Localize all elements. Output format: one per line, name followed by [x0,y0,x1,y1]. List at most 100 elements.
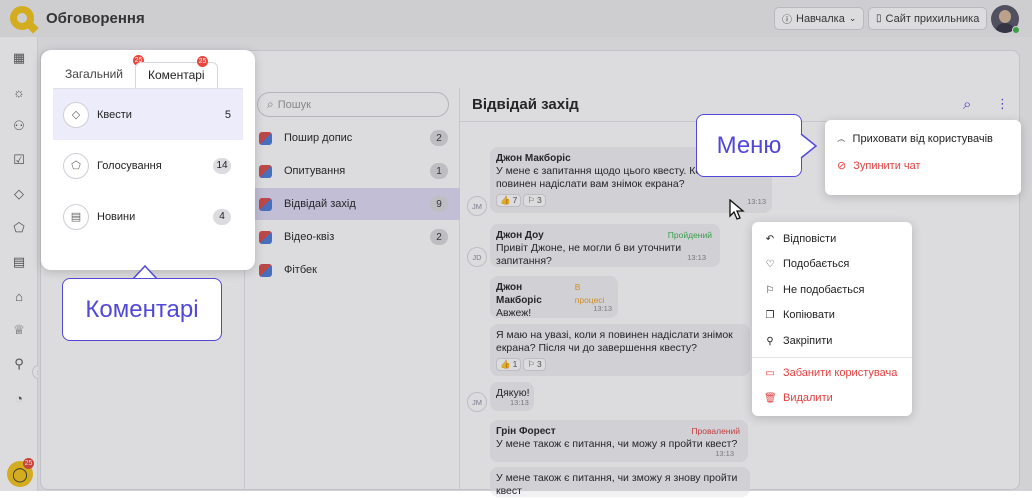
copy-item[interactable]: ❐ Копіювати [764,309,835,321]
supporter-site-label: Сайт прихильника [885,12,980,25]
hide-from-users-item[interactable]: ෴ Приховати від користувачів [837,133,993,145]
like-reaction[interactable]: 👍 1 [496,358,522,371]
help-icon: ⓘ [782,15,792,26]
cube-icon [259,131,272,145]
message-bubble[interactable]: У мене також є питання, чи зможу я знову… [490,467,750,497]
message-bubble[interactable]: Я маю на увазі, коли я повинен надіслати… [490,324,750,376]
tab-general[interactable]: Загальний 25 [53,55,144,88]
eraser-icon[interactable]: ⬠ [10,219,28,237]
phone-icon: ▯ [876,13,882,24]
thumbs-down-icon: ⚐ [527,195,535,205]
search-input[interactable]: ⌕ Пошук [257,92,449,117]
thumbs-up-icon: 👍 [500,195,511,205]
search-placeholder: Пошук [277,98,311,111]
category-label: Квести [97,108,132,121]
message-text: У мене є запитання щодо цього квесту. Ко… [496,165,722,190]
logo-icon[interactable] [10,6,39,34]
thumbs-down-icon: ⚐ [765,284,775,296]
topic-label: Опитування [284,165,346,177]
menu-label: Подобається [783,258,850,270]
ban-user-item[interactable]: ▭ Забанити користувача [764,367,897,379]
message-time: 13:13 [715,449,734,458]
topic-item[interactable]: Опитування 1 [245,155,460,187]
tab-label: Коментарі [148,68,205,82]
topic-item-selected[interactable]: Відвідай захід 9 [245,188,460,220]
bulb-icon[interactable]: ☼ [10,83,28,101]
message-text: Привіт Джоне, не могли б ви уточнити зап… [496,242,682,267]
dislike-reaction[interactable]: ⚐ 3 [523,358,546,371]
category-item-news[interactable]: ▤ Новини 4 [53,191,243,242]
category-label: Голосування [97,159,162,172]
cube-icon [259,263,272,277]
supporter-site-button[interactable]: ▯ Сайт прихильника [868,7,988,30]
message-time: 13:13 [747,197,766,206]
topic-item[interactable]: Пошир допис 2 [245,122,460,154]
thumbs-down-icon: ⚐ [527,359,535,369]
chat-title: Відвідай захід [472,96,579,113]
message-bubble[interactable]: Грін Форест Провалений У мене також є пи… [490,420,748,462]
stop-chat-item[interactable]: ⊘ Зупинити чат [837,159,921,173]
message-bubble[interactable]: Джон Макборіс В процесі Авжеж! 13:13 [490,276,618,319]
clipboard-icon[interactable]: ☑ [10,151,28,169]
topic-count: 2 [430,229,448,245]
status-badge: Пройдений [667,230,712,240]
pie-chart-icon[interactable]: ◔ [10,389,28,407]
pin-item[interactable]: ⚲ Закріпити [764,335,832,347]
users-icon[interactable]: ⚇ [10,117,28,135]
menu-label: Не подобається [783,284,865,296]
message-text: У мене також є питання, чи зможу я знову… [496,472,738,497]
search-icon[interactable]: ⌕ [963,96,971,113]
diamond-icon[interactable]: ◇ [10,185,28,203]
menu-divider [752,357,912,358]
news-icon: ▤ [63,203,89,230]
menu-label: Приховати від користувачів [852,133,993,145]
category-item-quests[interactable]: ◇ Квести 5 [53,89,243,140]
more-vertical-icon[interactable]: ⋮ [996,96,1009,112]
message-bubble[interactable]: Джон Доу Пройдений Привіт Джоне, не могл… [490,224,720,267]
cube-icon [259,230,272,244]
dislike-reaction[interactable]: ⚐ 3 [523,194,546,207]
trophy-icon[interactable]: ♕ [10,321,28,339]
callout-menu: Меню [696,114,802,177]
topic-item[interactable]: Відео-квіз 2 [245,221,460,253]
building-icon[interactable]: ▦ [10,49,28,67]
like-reaction[interactable]: 👍 7 [496,194,522,207]
topic-label: Пошир допис [284,132,353,144]
message-time: 13:13 [687,253,706,262]
tag-icon[interactable]: ⌂ [10,287,28,305]
topic-label: Фітбек [284,264,317,276]
message-time: 13:13 [510,398,529,407]
menu-label: Зупинити чат [853,159,921,172]
tab-badge: 25 [197,56,208,67]
cursor-icon [729,199,745,220]
delete-item[interactable]: 🗑 Видалити [764,392,833,404]
topic-item[interactable]: Фітбек [245,254,460,286]
category-count: 5 [224,108,231,121]
tab-comments[interactable]: Коментарі 25 [135,56,218,88]
category-count: 14 [213,157,231,174]
online-indicator [1012,26,1020,34]
popover-tabs: Загальний 25 Коментарі 25 [53,55,218,88]
category-count: 4 [213,208,231,225]
topic-count: 9 [430,196,448,212]
dislike-item[interactable]: ⚐ Не подобається [764,284,865,296]
avatar: JD [467,247,487,267]
menu-label: Забанити користувача [783,367,898,379]
topic-label: Відео-квіз [284,231,335,243]
avatar: JM [467,196,487,216]
message-time: 13:13 [593,304,612,313]
list-icon[interactable]: ▤ [10,253,28,271]
chat-menu: ෴ Приховати від користувачів ⊘ Зупинити … [825,120,1021,195]
message-bubble[interactable]: Дякую! 13:13 [490,382,534,411]
chat-button[interactable]: ◯ 25 [7,458,34,487]
learning-dropdown[interactable]: ⓘ Навчалка ⌄ [774,7,865,30]
like-item[interactable]: ♡ Подобається [764,258,850,270]
message-text: Я маю на увазі, коли я повинен надіслати… [496,329,733,354]
hierarchy-icon[interactable]: ⚲ [10,355,28,373]
callout-comments: Коментарі [62,278,222,341]
category-item-voting[interactable]: ⬠ Голосування 14 [53,140,243,191]
menu-label: Видалити [783,392,833,404]
topic-count: 1 [430,163,448,179]
reply-item[interactable]: ↶ Відповісти [764,233,836,245]
learning-label: Навчалка [796,12,845,25]
